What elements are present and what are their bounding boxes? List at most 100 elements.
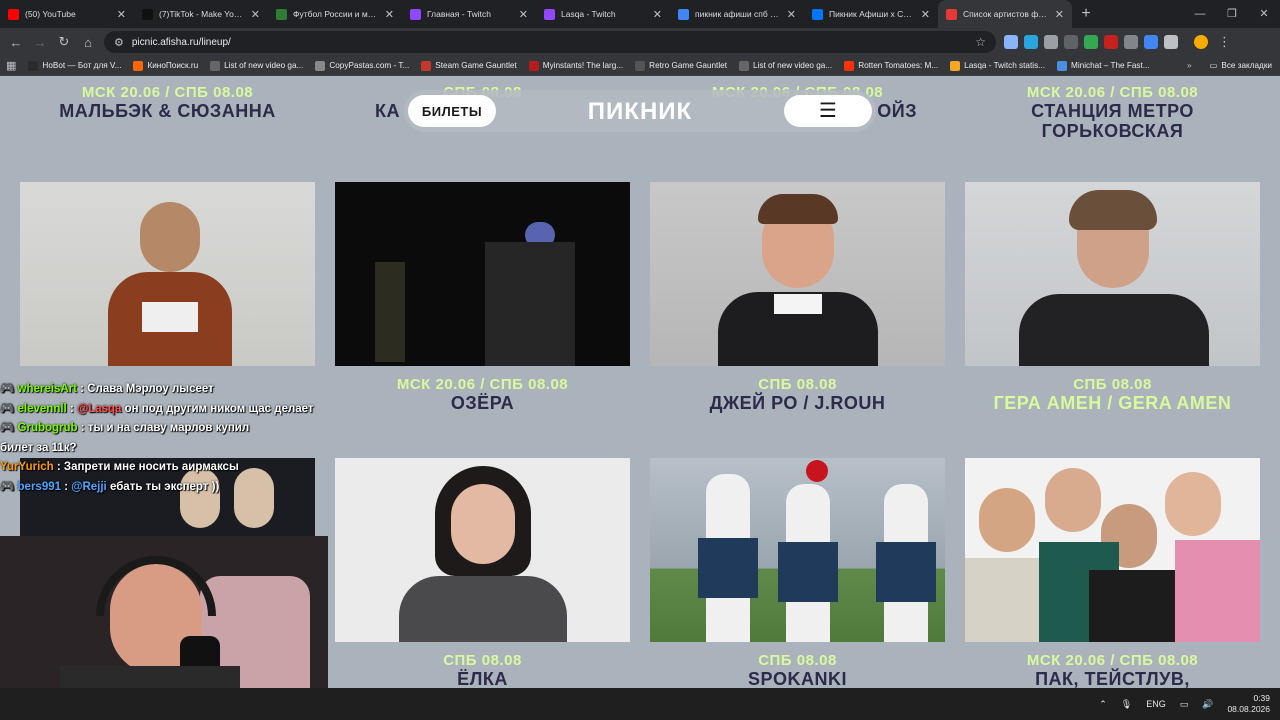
tab-close-icon[interactable]: ✕ <box>251 8 260 21</box>
menu-dots-icon[interactable]: ⋮ <box>1218 34 1231 50</box>
artist-date: МСК 20.06 / СПБ 08.08 <box>396 376 569 393</box>
bookmark-item[interactable]: Rotten Tomatoes: M... <box>844 60 939 71</box>
extension-icon[interactable] <box>1084 35 1098 49</box>
browser-tab[interactable]: Список артистов фестиваля ✕ <box>938 0 1072 28</box>
chat-text: Запрети мне носить аирмаксы <box>63 461 239 473</box>
microphone-tray-icon[interactable]: 🎙 <box>1121 699 1132 710</box>
tab-favicon-icon <box>8 8 19 20</box>
bookmark-item[interactable]: Myinstants! The larg... <box>528 60 623 71</box>
bookmark-label: Retro Game Gauntlet <box>649 61 727 70</box>
bookmark-star-icon[interactable]: ☆ <box>975 35 986 49</box>
tab-close-icon[interactable]: ✕ <box>653 8 662 21</box>
back-icon[interactable]: ← <box>4 35 28 50</box>
browser-tab[interactable]: Lasqa - Twitch ✕ <box>536 0 670 28</box>
tab-close-icon[interactable]: ✕ <box>787 8 796 21</box>
chat-message: 🎮 Grubogrub : ты и на славу марлов купил… <box>0 422 250 454</box>
extension-icon[interactable] <box>1024 35 1038 49</box>
artist-card[interactable]: МСК 20.06 / СПБ 08.08 ОЗЁРА <box>335 182 630 413</box>
browser-tab[interactable]: (7)TikTok - Make Your Day ✕ <box>134 0 268 28</box>
chat-username: Grubogrub <box>17 422 78 434</box>
extensions-area: ⋮ <box>1004 28 1231 56</box>
artist-date: МСК 20.06 / СПБ 08.08 <box>1026 652 1199 669</box>
tab-favicon-icon <box>276 8 287 20</box>
bookmark-item[interactable]: List of new video ga... <box>210 60 303 71</box>
artist-card[interactable]: МСК 20.06 / СПБ 08.08 СТАНЦИЯ МЕТРО ГОРЬ… <box>965 84 1260 141</box>
volume-icon[interactable]: 🔊 <box>1202 699 1213 710</box>
tab-close-icon[interactable]: ✕ <box>1055 8 1064 21</box>
bookmark-item[interactable]: HoBot — Бот для V... <box>28 60 121 71</box>
apps-grid-icon[interactable]: ▦ <box>6 59 16 72</box>
bookmark-item[interactable]: Steam Game Gauntlet <box>421 60 517 71</box>
browser-tab[interactable]: Футбол России и мира 2024 ✕ <box>268 0 402 28</box>
reload-icon[interactable]: ↻ <box>52 34 76 50</box>
browser-tab[interactable]: пикник афиши спб - Поиск ✕ <box>670 0 804 28</box>
bookmark-item[interactable]: CopyPastas.com - T... <box>315 60 409 71</box>
artist-name: МАЛЬБЭК & СЮЗАННА <box>59 101 276 121</box>
tab-close-icon[interactable]: ✕ <box>921 8 930 21</box>
site-info-icon[interactable]: ⚙ <box>114 36 124 49</box>
artist-card[interactable]: СПБ 08.08 ДЖЕЙ РО / J.ROUH <box>650 182 945 413</box>
bookmark-item[interactable]: Minichat – The Fast... <box>1057 60 1150 71</box>
tickets-button[interactable]: БИЛЕТЫ <box>408 95 496 127</box>
chat-text: ебать ты эксперт )) <box>109 480 220 493</box>
forward-icon[interactable]: → <box>28 35 52 50</box>
extension-icon[interactable] <box>1004 35 1018 49</box>
all-bookmarks[interactable]: » ▭ Все закладки <box>1179 56 1272 75</box>
chat-badge-icon: 🎮 <box>0 422 15 434</box>
bookmark-label: Steam Game Gauntlet <box>435 61 517 70</box>
artist-card[interactable] <box>20 182 315 366</box>
extension-icon[interactable] <box>1144 35 1158 49</box>
new-tab-button[interactable]: + <box>1072 0 1100 28</box>
home-icon[interactable]: ⌂ <box>76 35 100 50</box>
extension-icon[interactable] <box>1124 35 1138 49</box>
bookmark-item[interactable]: List of new video ga... <box>738 60 832 71</box>
tab-title: Футбол России и мира 2024 <box>293 9 379 19</box>
artist-date: СПБ 08.08 <box>758 376 837 393</box>
chevron-up-icon[interactable]: ⌃ <box>1099 699 1107 710</box>
browser-tab[interactable]: Пикник Афиши x Сбер ✕ <box>804 0 938 28</box>
bookmark-label: Rotten Tomatoes: M... <box>858 61 939 70</box>
headphones-icon <box>96 556 216 616</box>
bookmark-favicon-icon <box>28 60 39 71</box>
close-icon[interactable]: ✕ <box>1248 0 1280 28</box>
tab-favicon-icon <box>812 8 823 20</box>
network-icon[interactable]: ▭ <box>1180 699 1189 710</box>
site-logo[interactable]: ПИКНИК <box>560 98 720 126</box>
bookmark-item[interactable]: КиноПоиск.ru <box>133 60 198 71</box>
tab-title: Список артистов фестиваля <box>963 9 1049 19</box>
artist-card[interactable]: СПБ 08.08 ГЕРА АМЕН / GERA AMEN <box>965 182 1260 413</box>
artist-name: SPOKANKI <box>747 669 847 688</box>
profile-avatar[interactable] <box>1194 35 1208 49</box>
artist-name: ПАК, ТЕЙСТЛУВ, <box>1035 669 1190 688</box>
tab-title: (50) YouTube <box>25 9 76 19</box>
artist-card[interactable]: СПБ 08.08 ЁЛКА <box>335 458 630 688</box>
artist-card[interactable]: МСК 20.06 / СПБ 08.08 МАЛЬБЭК & СЮЗАННА <box>20 84 315 121</box>
clock[interactable]: 0:39 08.08.2026 <box>1227 693 1270 715</box>
extensions-puzzle-icon[interactable] <box>1164 35 1178 49</box>
tab-close-icon[interactable]: ✕ <box>385 8 394 21</box>
tab-close-icon[interactable]: ✕ <box>117 8 126 21</box>
artist-photo <box>650 458 945 642</box>
extension-icon[interactable] <box>1104 35 1118 49</box>
language-indicator[interactable]: ENG <box>1146 699 1166 709</box>
bookmark-item[interactable]: Lasqa - Twitch statis... <box>950 60 1045 71</box>
restore-icon[interactable]: ❐ <box>1216 0 1248 28</box>
menu-button[interactable]: ☰ <box>784 95 872 127</box>
artist-card[interactable]: СПБ 08.08 SPOKANKI <box>650 458 945 688</box>
artist-date: МСК 20.06 / СПБ 08.08 <box>1026 84 1199 101</box>
artist-name: ОЗЁРА <box>450 393 515 413</box>
address-bar[interactable]: ⚙ picnic.afisha.ru/lineup/ ☆ <box>104 31 996 53</box>
artist-card[interactable]: МСК 20.06 / СПБ 08.08 ПАК, ТЕЙСТЛУВ, <box>965 458 1260 688</box>
chat-username: YurYurich <box>0 461 54 473</box>
browser-tab[interactable]: (50) YouTube ✕ <box>0 0 134 28</box>
extension-icon[interactable] <box>1064 35 1078 49</box>
artist-photo <box>335 182 630 366</box>
bookmark-item[interactable]: Retro Game Gauntlet <box>635 60 727 71</box>
extension-icon[interactable] <box>1044 35 1058 49</box>
tab-favicon-icon <box>544 8 555 20</box>
minimize-icon[interactable]: — <box>1184 0 1216 28</box>
browser-tab[interactable]: Главная - Twitch ✕ <box>402 0 536 28</box>
folder-icon: ▭ <box>1209 61 1218 70</box>
tab-close-icon[interactable]: ✕ <box>519 8 528 21</box>
bookmark-favicon-icon <box>528 60 539 71</box>
